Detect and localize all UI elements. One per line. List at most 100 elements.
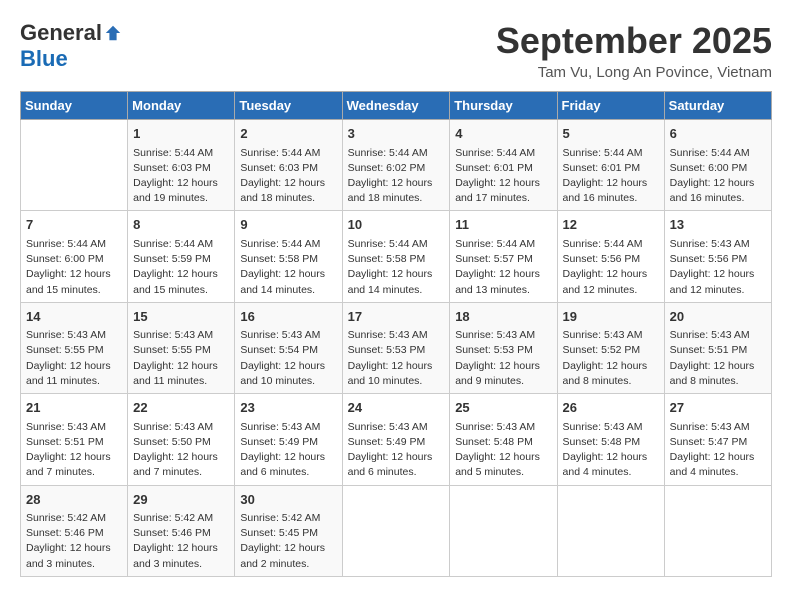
month-title: September 2025 <box>496 20 772 62</box>
calendar-cell: 26Sunrise: 5:43 AMSunset: 5:48 PMDayligh… <box>557 394 664 485</box>
day-number: 13 <box>670 215 766 235</box>
calendar-week-1: 1Sunrise: 5:44 AMSunset: 6:03 PMDaylight… <box>21 120 772 211</box>
calendar-cell <box>557 485 664 576</box>
day-info: Sunrise: 5:44 AMSunset: 6:03 PMDaylight:… <box>133 146 229 207</box>
calendar-header-row: SundayMondayTuesdayWednesdayThursdayFrid… <box>21 92 772 120</box>
page-header: General Blue September 2025 Tam Vu, Long… <box>20 20 772 81</box>
day-info: Sunrise: 5:43 AMSunset: 5:48 PMDaylight:… <box>563 420 659 481</box>
day-number: 1 <box>133 124 229 144</box>
title-block: September 2025 Tam Vu, Long An Povince, … <box>496 20 772 81</box>
calendar-cell: 20Sunrise: 5:43 AMSunset: 5:51 PMDayligh… <box>664 302 771 393</box>
day-number: 11 <box>455 215 551 235</box>
day-info: Sunrise: 5:43 AMSunset: 5:52 PMDaylight:… <box>563 328 659 389</box>
day-info: Sunrise: 5:44 AMSunset: 6:02 PMDaylight:… <box>348 146 445 207</box>
calendar-cell <box>21 120 128 211</box>
col-header-saturday: Saturday <box>664 92 771 120</box>
day-number: 23 <box>240 398 336 418</box>
calendar-cell: 4Sunrise: 5:44 AMSunset: 6:01 PMDaylight… <box>450 120 557 211</box>
day-info: Sunrise: 5:44 AMSunset: 6:01 PMDaylight:… <box>563 146 659 207</box>
day-number: 22 <box>133 398 229 418</box>
day-info: Sunrise: 5:43 AMSunset: 5:53 PMDaylight:… <box>348 328 445 389</box>
day-number: 6 <box>670 124 766 144</box>
day-number: 19 <box>563 307 659 327</box>
calendar-week-4: 21Sunrise: 5:43 AMSunset: 5:51 PMDayligh… <box>21 394 772 485</box>
calendar-cell <box>342 485 450 576</box>
calendar-cell <box>664 485 771 576</box>
calendar-cell: 11Sunrise: 5:44 AMSunset: 5:57 PMDayligh… <box>450 211 557 302</box>
day-info: Sunrise: 5:43 AMSunset: 5:53 PMDaylight:… <box>455 328 551 389</box>
day-number: 24 <box>348 398 445 418</box>
calendar-cell: 15Sunrise: 5:43 AMSunset: 5:55 PMDayligh… <box>128 302 235 393</box>
calendar-week-3: 14Sunrise: 5:43 AMSunset: 5:55 PMDayligh… <box>21 302 772 393</box>
calendar-cell: 30Sunrise: 5:42 AMSunset: 5:45 PMDayligh… <box>235 485 342 576</box>
logo: General Blue <box>20 20 122 72</box>
day-info: Sunrise: 5:42 AMSunset: 5:45 PMDaylight:… <box>240 511 336 572</box>
day-number: 26 <box>563 398 659 418</box>
day-number: 21 <box>26 398 122 418</box>
col-header-monday: Monday <box>128 92 235 120</box>
calendar-cell: 29Sunrise: 5:42 AMSunset: 5:46 PMDayligh… <box>128 485 235 576</box>
day-info: Sunrise: 5:44 AMSunset: 5:57 PMDaylight:… <box>455 237 551 298</box>
calendar-cell: 27Sunrise: 5:43 AMSunset: 5:47 PMDayligh… <box>664 394 771 485</box>
calendar-cell: 3Sunrise: 5:44 AMSunset: 6:02 PMDaylight… <box>342 120 450 211</box>
calendar-cell: 14Sunrise: 5:43 AMSunset: 5:55 PMDayligh… <box>21 302 128 393</box>
col-header-wednesday: Wednesday <box>342 92 450 120</box>
day-number: 15 <box>133 307 229 327</box>
day-info: Sunrise: 5:43 AMSunset: 5:47 PMDaylight:… <box>670 420 766 481</box>
calendar-cell: 10Sunrise: 5:44 AMSunset: 5:58 PMDayligh… <box>342 211 450 302</box>
day-info: Sunrise: 5:43 AMSunset: 5:54 PMDaylight:… <box>240 328 336 389</box>
calendar-cell: 18Sunrise: 5:43 AMSunset: 5:53 PMDayligh… <box>450 302 557 393</box>
day-number: 5 <box>563 124 659 144</box>
day-info: Sunrise: 5:44 AMSunset: 6:03 PMDaylight:… <box>240 146 336 207</box>
calendar-cell: 17Sunrise: 5:43 AMSunset: 5:53 PMDayligh… <box>342 302 450 393</box>
day-info: Sunrise: 5:43 AMSunset: 5:51 PMDaylight:… <box>670 328 766 389</box>
day-number: 2 <box>240 124 336 144</box>
day-number: 17 <box>348 307 445 327</box>
calendar-cell: 2Sunrise: 5:44 AMSunset: 6:03 PMDaylight… <box>235 120 342 211</box>
day-info: Sunrise: 5:42 AMSunset: 5:46 PMDaylight:… <box>26 511 122 572</box>
calendar-cell <box>450 485 557 576</box>
day-info: Sunrise: 5:44 AMSunset: 5:58 PMDaylight:… <box>348 237 445 298</box>
day-info: Sunrise: 5:44 AMSunset: 5:58 PMDaylight:… <box>240 237 336 298</box>
day-info: Sunrise: 5:44 AMSunset: 5:56 PMDaylight:… <box>563 237 659 298</box>
calendar-cell: 8Sunrise: 5:44 AMSunset: 5:59 PMDaylight… <box>128 211 235 302</box>
day-number: 16 <box>240 307 336 327</box>
calendar-cell: 6Sunrise: 5:44 AMSunset: 6:00 PMDaylight… <box>664 120 771 211</box>
logo-blue-text: Blue <box>20 46 68 72</box>
day-info: Sunrise: 5:43 AMSunset: 5:55 PMDaylight:… <box>26 328 122 389</box>
day-number: 18 <box>455 307 551 327</box>
col-header-sunday: Sunday <box>21 92 128 120</box>
day-info: Sunrise: 5:42 AMSunset: 5:46 PMDaylight:… <box>133 511 229 572</box>
day-info: Sunrise: 5:43 AMSunset: 5:55 PMDaylight:… <box>133 328 229 389</box>
col-header-tuesday: Tuesday <box>235 92 342 120</box>
calendar-week-2: 7Sunrise: 5:44 AMSunset: 6:00 PMDaylight… <box>21 211 772 302</box>
day-info: Sunrise: 5:44 AMSunset: 6:00 PMDaylight:… <box>670 146 766 207</box>
day-info: Sunrise: 5:43 AMSunset: 5:50 PMDaylight:… <box>133 420 229 481</box>
calendar-cell: 19Sunrise: 5:43 AMSunset: 5:52 PMDayligh… <box>557 302 664 393</box>
calendar-table: SundayMondayTuesdayWednesdayThursdayFrid… <box>20 91 772 577</box>
calendar-cell: 28Sunrise: 5:42 AMSunset: 5:46 PMDayligh… <box>21 485 128 576</box>
day-number: 10 <box>348 215 445 235</box>
calendar-cell: 1Sunrise: 5:44 AMSunset: 6:03 PMDaylight… <box>128 120 235 211</box>
calendar-cell: 16Sunrise: 5:43 AMSunset: 5:54 PMDayligh… <box>235 302 342 393</box>
day-number: 9 <box>240 215 336 235</box>
day-info: Sunrise: 5:44 AMSunset: 5:59 PMDaylight:… <box>133 237 229 298</box>
col-header-thursday: Thursday <box>450 92 557 120</box>
calendar-cell: 9Sunrise: 5:44 AMSunset: 5:58 PMDaylight… <box>235 211 342 302</box>
location-text: Tam Vu, Long An Povince, Vietnam <box>496 64 772 81</box>
day-number: 3 <box>348 124 445 144</box>
day-number: 7 <box>26 215 122 235</box>
day-number: 28 <box>26 490 122 510</box>
day-info: Sunrise: 5:43 AMSunset: 5:51 PMDaylight:… <box>26 420 122 481</box>
day-number: 14 <box>26 307 122 327</box>
day-number: 20 <box>670 307 766 327</box>
day-info: Sunrise: 5:43 AMSunset: 5:56 PMDaylight:… <box>670 237 766 298</box>
calendar-cell: 7Sunrise: 5:44 AMSunset: 6:00 PMDaylight… <box>21 211 128 302</box>
calendar-cell: 25Sunrise: 5:43 AMSunset: 5:48 PMDayligh… <box>450 394 557 485</box>
calendar-cell: 22Sunrise: 5:43 AMSunset: 5:50 PMDayligh… <box>128 394 235 485</box>
calendar-cell: 24Sunrise: 5:43 AMSunset: 5:49 PMDayligh… <box>342 394 450 485</box>
calendar-cell: 23Sunrise: 5:43 AMSunset: 5:49 PMDayligh… <box>235 394 342 485</box>
day-number: 4 <box>455 124 551 144</box>
col-header-friday: Friday <box>557 92 664 120</box>
day-info: Sunrise: 5:44 AMSunset: 6:01 PMDaylight:… <box>455 146 551 207</box>
